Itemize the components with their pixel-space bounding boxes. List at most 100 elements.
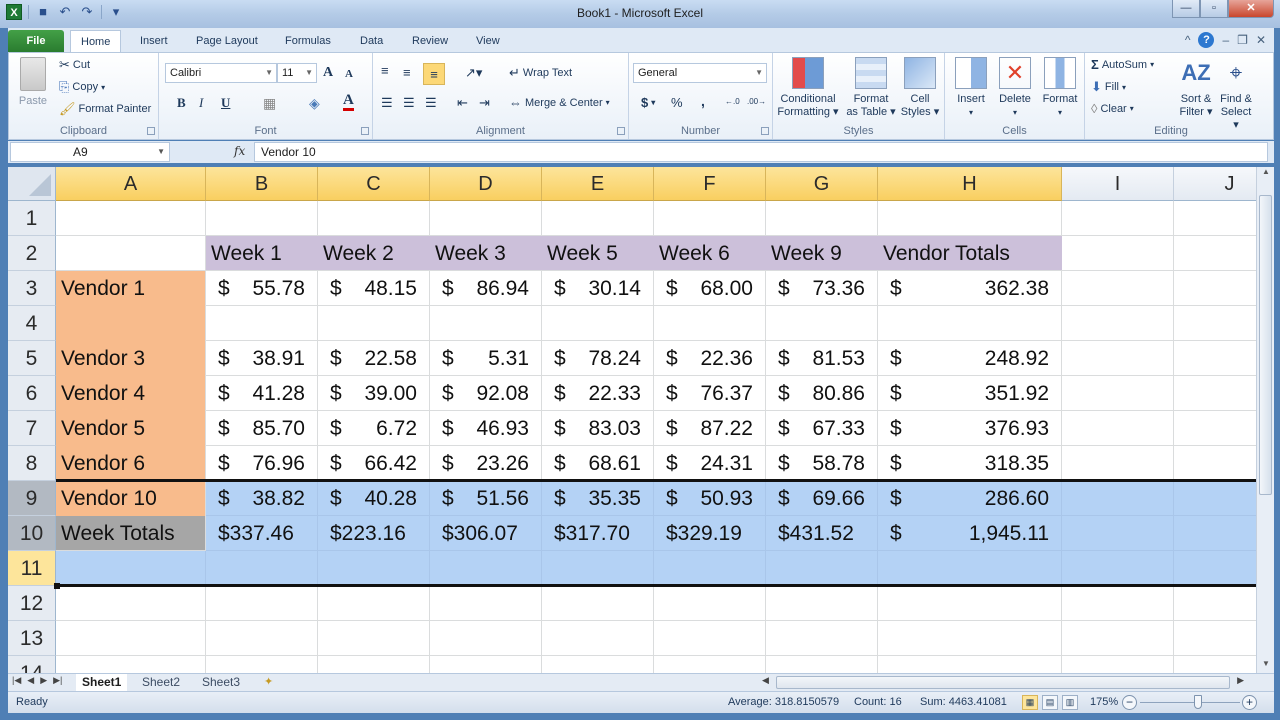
value-cell[interactable]: $76.96 (206, 446, 318, 481)
cell-styles-button[interactable]: Cell Styles ▾ (899, 57, 941, 119)
close-button[interactable]: ✕ (1228, 0, 1274, 18)
cell[interactable] (542, 621, 654, 656)
cell[interactable] (654, 621, 766, 656)
vendor-total-cell[interactable]: $351.92 (878, 376, 1062, 411)
value-cell[interactable] (430, 306, 542, 341)
value-cell[interactable]: $83.03 (542, 411, 654, 446)
row-header-8[interactable]: 8 (8, 446, 56, 481)
grow-font-button[interactable]: A (323, 65, 333, 81)
decrease-decimal-button[interactable]: .00→ (747, 97, 766, 106)
tab-insert[interactable]: Insert (130, 30, 178, 52)
cell[interactable] (318, 621, 430, 656)
shrink-font-button[interactable]: A (345, 68, 353, 80)
value-cell[interactable]: $22.36 (654, 341, 766, 376)
increase-indent-icon[interactable]: ⇥ (479, 95, 490, 111)
value-cell[interactable]: $87.22 (654, 411, 766, 446)
tab-view[interactable]: View (466, 30, 510, 52)
cell[interactable] (318, 551, 430, 586)
value-cell[interactable]: $22.33 (542, 376, 654, 411)
maximize-button[interactable]: ▫ (1200, 0, 1228, 18)
row-header-1[interactable]: 1 (8, 201, 56, 236)
italic-button[interactable]: I (199, 95, 203, 111)
cell[interactable] (1174, 236, 1256, 271)
vendor-label-cell[interactable]: Vendor 4 (56, 376, 206, 411)
font-launcher-icon[interactable] (361, 127, 369, 135)
help-icon[interactable]: ? (1198, 32, 1215, 48)
paste-button[interactable]: Paste (13, 57, 53, 108)
value-cell[interactable]: $81.53 (766, 341, 878, 376)
value-cell[interactable]: $50.93 (654, 481, 766, 516)
week-header-cell[interactable]: Week 3 (430, 236, 542, 271)
font-size-select[interactable]: 11 ▼ (277, 63, 317, 83)
value-cell[interactable]: $41.28 (206, 376, 318, 411)
value-cell[interactable]: $92.08 (430, 376, 542, 411)
sheet-tab-sheet1[interactable]: Sheet1 (76, 674, 128, 691)
clipboard-launcher-icon[interactable] (147, 127, 155, 135)
insert-function-icon[interactable]: fx (234, 144, 245, 158)
comma-button[interactable]: , (701, 93, 705, 109)
tab-file[interactable]: File (8, 30, 64, 52)
vertical-scroll-thumb[interactable] (1259, 195, 1272, 495)
cell[interactable] (878, 621, 1062, 656)
increase-decimal-button[interactable]: ←.0 (725, 97, 740, 106)
cell[interactable] (1174, 411, 1256, 446)
cell[interactable] (1174, 376, 1256, 411)
borders-icon[interactable]: ▦ (263, 95, 276, 112)
workbook-close-icon[interactable]: ✕ (1256, 33, 1266, 47)
decrease-indent-icon[interactable]: ⇤ (457, 95, 468, 111)
cell[interactable] (430, 656, 542, 673)
cell[interactable] (56, 621, 206, 656)
cell[interactable] (1062, 271, 1174, 306)
format-as-table-button[interactable]: Format as Table ▾ (845, 57, 897, 119)
cell[interactable] (542, 586, 654, 621)
cell[interactable] (542, 201, 654, 236)
cell[interactable] (430, 551, 542, 586)
week-total-cell[interactable]: $306.07 (430, 516, 542, 551)
week-header-cell[interactable]: Week 5 (542, 236, 654, 271)
column-header-i[interactable]: I (1062, 167, 1174, 201)
sheet-tab-sheet3[interactable]: Sheet3 (196, 674, 246, 691)
vertical-scrollbar[interactable]: ▲ ▼ (1256, 167, 1274, 673)
cell[interactable] (1174, 586, 1256, 621)
align-top-icon[interactable]: ≡ (381, 63, 389, 78)
cell[interactable] (766, 621, 878, 656)
cell[interactable] (206, 621, 318, 656)
value-cell[interactable]: $80.86 (766, 376, 878, 411)
horizontal-scrollbar[interactable]: ◀ ▶ (758, 675, 1248, 690)
value-cell[interactable]: $78.24 (542, 341, 654, 376)
week-total-cell[interactable]: $223.16 (318, 516, 430, 551)
workbook-restore-icon[interactable]: ❐ (1237, 33, 1248, 47)
next-sheet-icon[interactable]: ▶ (40, 675, 47, 686)
value-cell[interactable]: $76.37 (654, 376, 766, 411)
sheet-tab-sheet2[interactable]: Sheet2 (136, 674, 186, 691)
sort-filter-button[interactable]: AZ Sort & Filter ▾ (1177, 57, 1215, 119)
value-cell[interactable]: $46.93 (430, 411, 542, 446)
value-cell[interactable]: $55.78 (206, 271, 318, 306)
cell[interactable] (1174, 446, 1256, 481)
value-cell[interactable]: $69.66 (766, 481, 878, 516)
column-header-d[interactable]: D (430, 167, 542, 201)
conditional-formatting-button[interactable]: Conditional Formatting ▾ (775, 57, 841, 119)
delete-cells-button[interactable]: ✕ Delete ▾ (995, 57, 1035, 119)
insert-cells-button[interactable]: Insert ▾ (951, 57, 991, 119)
align-center-icon[interactable]: ☰ (403, 95, 415, 111)
copy-button[interactable]: ⎘ Copy ▾ (59, 79, 105, 95)
formula-input[interactable]: Vendor 10 (254, 142, 1268, 162)
value-cell[interactable]: $66.42 (318, 446, 430, 481)
align-bottom-icon[interactable]: ≡ (423, 63, 445, 85)
value-cell[interactable]: $39.00 (318, 376, 430, 411)
cut-button[interactable]: ✂ Cut (59, 57, 90, 73)
value-cell[interactable]: $86.94 (430, 271, 542, 306)
tab-review[interactable]: Review (402, 30, 458, 52)
vendor-label-cell[interactable]: Vendor 10 (56, 481, 206, 516)
value-cell[interactable]: $22.58 (318, 341, 430, 376)
vendor-total-cell[interactable]: $362.38 (878, 271, 1062, 306)
value-cell[interactable] (542, 306, 654, 341)
week-total-cell[interactable]: $329.19 (654, 516, 766, 551)
column-header-f[interactable]: F (654, 167, 766, 201)
find-select-button[interactable]: ⌖ Find & Select ▾ (1217, 57, 1255, 132)
vendor-label-cell[interactable]: Vendor 6 (56, 446, 206, 481)
value-cell[interactable]: $38.91 (206, 341, 318, 376)
cell[interactable] (1062, 376, 1174, 411)
zoom-level[interactable]: 175% (1090, 696, 1118, 708)
